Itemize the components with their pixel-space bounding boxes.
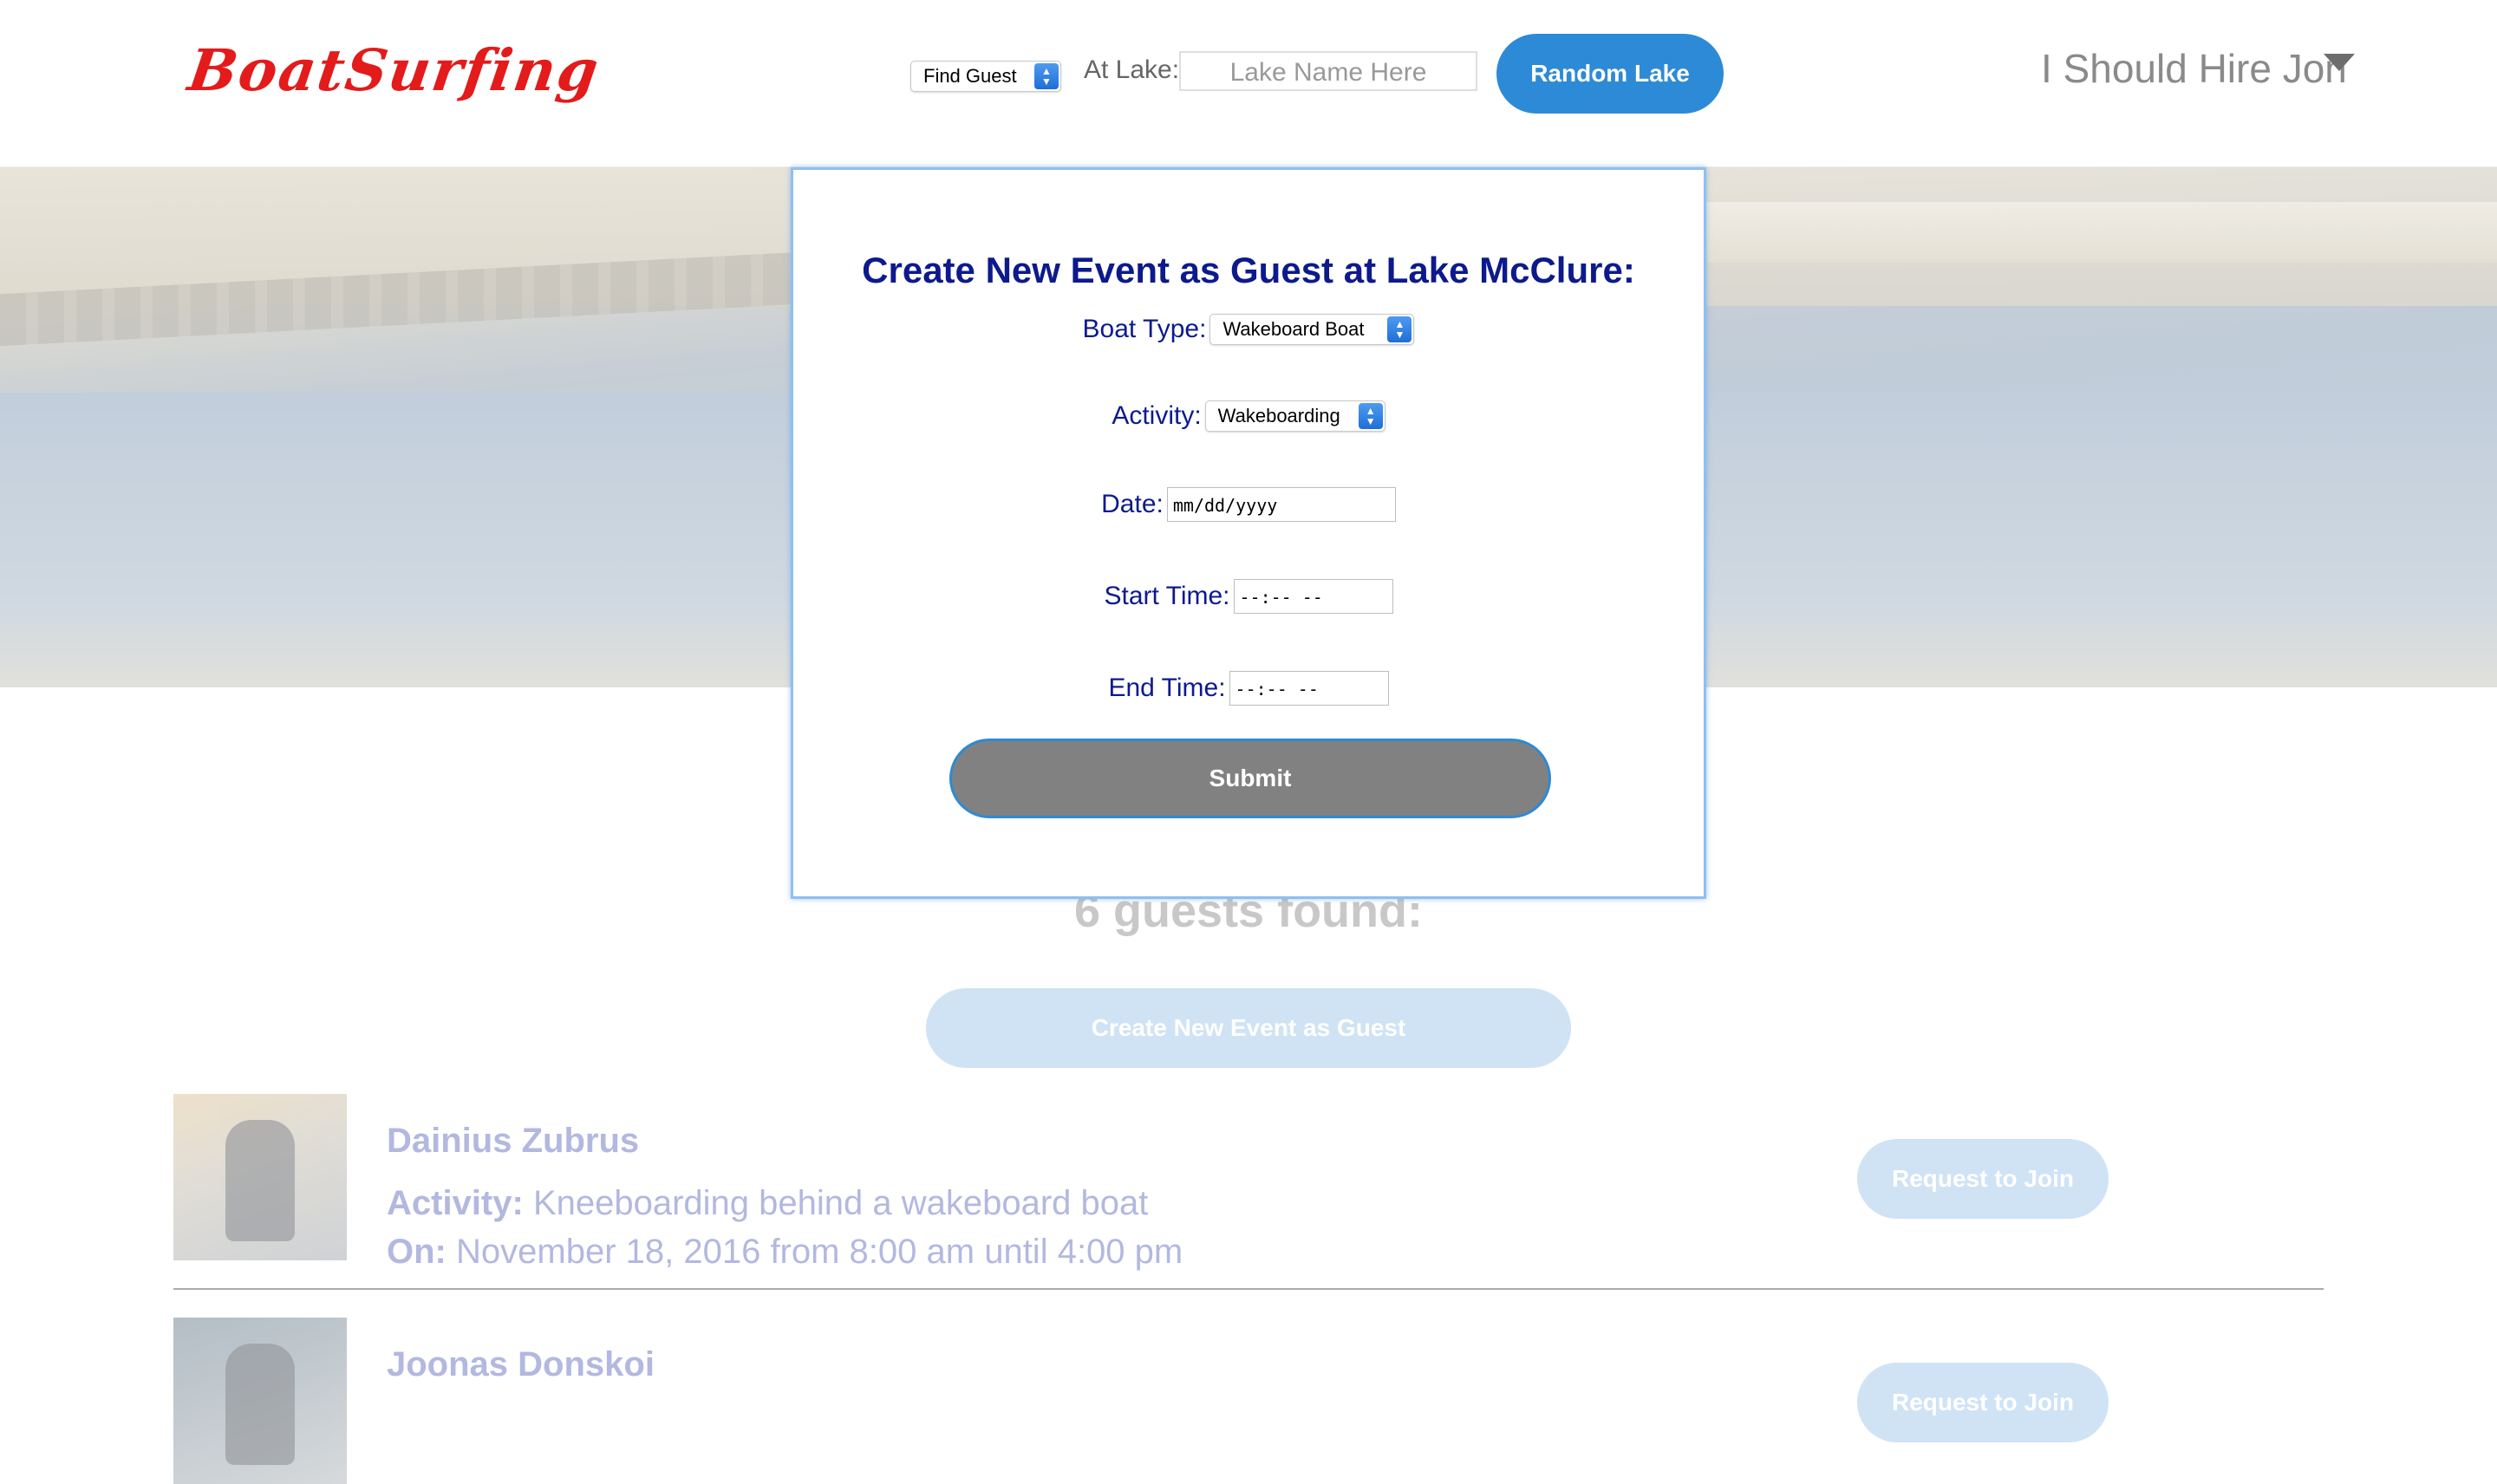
select-arrows-icon: ▲ ▼ xyxy=(1387,316,1412,342)
end-time-row: End Time: --:-- -- xyxy=(793,671,1704,706)
start-time-label: Start Time: xyxy=(1104,582,1230,610)
mode-select[interactable]: Find Guest ▲ ▼ xyxy=(910,61,1061,92)
select-arrows-icon: ▲ ▼ xyxy=(1358,403,1383,429)
date-row: Date: mm/dd/yyyy xyxy=(793,487,1704,522)
guest-activity: Activity: Kneeboarding behind a wakeboar… xyxy=(387,1184,1149,1222)
mode-select-value: Find Guest xyxy=(923,65,1017,87)
activity-select[interactable]: Wakeboarding ▲ ▼ xyxy=(1204,400,1385,432)
guest-list-item: Dainius Zubrus Activity: Kneeboarding be… xyxy=(173,1094,2324,1290)
start-time-input[interactable]: --:-- -- xyxy=(1233,579,1393,614)
activity-label: Activity: xyxy=(1112,401,1202,430)
boat-type-value: Wakeboard Boat xyxy=(1222,318,1365,340)
guest-name[interactable]: Joonas Donskoi xyxy=(387,1345,655,1384)
end-time-input[interactable]: --:-- -- xyxy=(1229,671,1389,706)
boat-type-label: Boat Type: xyxy=(1082,315,1207,343)
guest-photo xyxy=(173,1094,347,1260)
guest-date: On: November 18, 2016 from 8:00 am until… xyxy=(387,1233,1183,1271)
date-label: Date: xyxy=(1101,490,1164,518)
end-time-label: End Time: xyxy=(1108,674,1226,702)
select-arrows-icon: ▲ ▼ xyxy=(1034,63,1059,89)
request-to-join-button[interactable]: Request to Join xyxy=(1857,1363,2109,1442)
guest-name[interactable]: Dainius Zubrus xyxy=(387,1122,639,1161)
guest-list-item: Joonas Donskoi Request to Join xyxy=(173,1318,2324,1484)
boatsurfing-logo[interactable]: BoatSurfing xyxy=(185,36,604,104)
modal-title: Create New Event as Guest at Lake McClur… xyxy=(862,250,1635,290)
create-event-modal: Create New Event as Guest at Lake McClur… xyxy=(791,167,1706,899)
activity-row: Activity: Wakeboarding ▲ ▼ xyxy=(793,400,1704,432)
activity-value: Wakeboarding xyxy=(1217,405,1340,426)
start-time-row: Start Time: --:-- -- xyxy=(793,579,1704,614)
submit-button[interactable]: Submit xyxy=(949,739,1551,818)
random-lake-button[interactable]: Random Lake xyxy=(1496,34,1724,114)
lake-name-input[interactable]: Lake Name Here xyxy=(1179,51,1477,91)
at-lake-label: At Lake: xyxy=(1084,55,1180,84)
request-to-join-button[interactable]: Request to Join xyxy=(1857,1139,2109,1219)
create-event-as-guest-button[interactable]: Create New Event as Guest xyxy=(926,988,1571,1068)
dropdown-caret-icon[interactable] xyxy=(2324,54,2355,71)
boat-type-row: Boat Type: Wakeboard Boat ▲ ▼ xyxy=(793,314,1704,345)
user-menu[interactable]: I Should Hire Jon xyxy=(2041,45,2347,92)
guest-photo xyxy=(173,1318,347,1484)
top-nav-bar: BoatSurfing Find Guest ▲ ▼ At Lake: Lake … xyxy=(0,0,2497,167)
boat-type-select[interactable]: Wakeboard Boat ▲ ▼ xyxy=(1209,314,1415,345)
date-input[interactable]: mm/dd/yyyy xyxy=(1166,487,1396,522)
